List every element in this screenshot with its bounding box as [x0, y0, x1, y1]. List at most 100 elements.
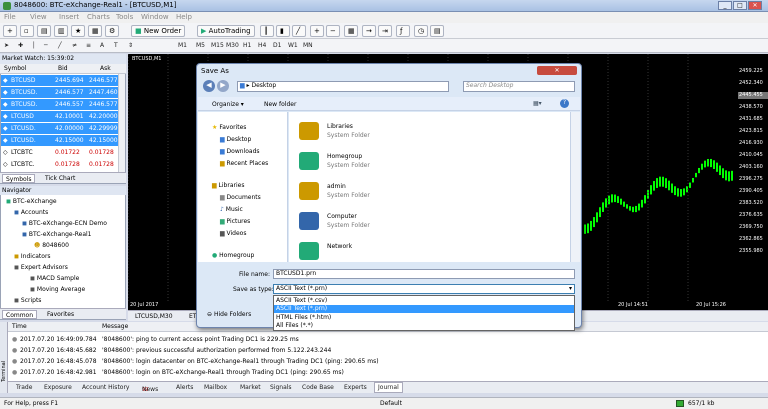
indicators-icon[interactable]: ƒ: [396, 25, 410, 37]
tab-news[interactable]: News 99: [142, 384, 158, 393]
tile-icon[interactable]: ▦: [344, 25, 358, 37]
organize-button[interactable]: Organize ▾: [212, 101, 244, 108]
menu-tools[interactable]: Tools: [116, 13, 133, 21]
file-item[interactable]: Network: [299, 240, 519, 266]
nav-moving-average[interactable]: ◼ Moving Average: [30, 286, 85, 293]
minimize-button[interactable]: _: [718, 1, 732, 10]
menu-help[interactable]: Help: [176, 13, 192, 21]
type-option-prn[interactable]: ASCII Text (*.prn): [274, 305, 574, 313]
vertical-line-icon[interactable]: │: [32, 42, 36, 49]
label-icon[interactable]: T: [114, 42, 118, 49]
tester-icon[interactable]: ⚙: [105, 25, 119, 37]
tf-m1[interactable]: M1: [178, 42, 187, 49]
nav-scripts[interactable]: ◼ Scripts: [14, 297, 41, 304]
new-chart-icon[interactable]: +: [3, 25, 17, 37]
journal-row[interactable]: ● 2017.07.20 16:48:45.682 '8048600': pre…: [8, 345, 768, 355]
file-item[interactable]: admin System Folder: [299, 180, 519, 206]
menu-window[interactable]: Window: [141, 13, 169, 21]
journal-row[interactable]: ● 2017.07.20 16:48:45.078 '8048600': log…: [8, 356, 768, 366]
col-time[interactable]: Time: [12, 323, 27, 330]
terminal-icon[interactable]: ▦: [88, 25, 102, 37]
channel-icon[interactable]: ≠: [72, 42, 77, 49]
file-item[interactable]: Homegroup System Folder: [299, 150, 519, 176]
back-icon[interactable]: ◀: [203, 80, 215, 92]
search-input[interactable]: Search Desktop: [463, 81, 575, 92]
col-message[interactable]: Message: [102, 323, 128, 330]
profiles-icon[interactable]: ▫: [20, 25, 34, 37]
col-symbol[interactable]: Symbol: [4, 65, 26, 72]
market-watch-scrollbar[interactable]: [118, 74, 125, 172]
save-type-select[interactable]: ASCII Text (*.prn) ▾: [273, 284, 575, 294]
nav-indicators[interactable]: ◼ Indicators: [14, 253, 51, 260]
tab-trade[interactable]: Trade: [16, 384, 32, 391]
bar-chart-icon[interactable]: ┃: [260, 25, 274, 37]
nav-macd-sample[interactable]: ◼ MACD Sample: [30, 275, 79, 282]
line-chart-icon[interactable]: ╱: [292, 25, 306, 37]
nav-music[interactable]: ♪ Music: [220, 206, 243, 213]
maximize-button[interactable]: □: [733, 1, 747, 10]
autotrading-button[interactable]: ▶ AutoTrading: [197, 25, 255, 37]
nav-favorites[interactable]: ★ Favorites: [212, 124, 246, 131]
tf-h4[interactable]: H4: [258, 42, 266, 49]
dialog-close-button[interactable]: ✕: [537, 66, 577, 75]
periods-icon[interactable]: ◷: [414, 25, 428, 37]
tab-favorites[interactable]: Favorites: [44, 310, 77, 319]
market-watch-icon[interactable]: ▤: [37, 25, 51, 37]
nav-accounts[interactable]: ◼ Accounts: [14, 209, 48, 216]
tab-market[interactable]: Market: [240, 384, 261, 391]
candles-icon[interactable]: ▮: [276, 25, 290, 37]
tab-alerts[interactable]: Alerts: [176, 384, 193, 391]
data-window-icon[interactable]: ▥: [54, 25, 68, 37]
type-option-csv[interactable]: ASCII Text (*.csv): [276, 297, 327, 304]
file-item[interactable]: Libraries System Folder: [299, 120, 519, 146]
address-bar[interactable]: ▆ ▸ Desktop: [237, 81, 449, 92]
nav-account-number[interactable]: ☻ 8048600: [34, 242, 69, 249]
col-bid[interactable]: Bid: [58, 65, 68, 72]
file-name-input[interactable]: BTCUSD1.prn: [273, 269, 575, 279]
nav-downloads[interactable]: ▆ Downloads: [220, 148, 260, 155]
market-watch-row[interactable]: ◆ LTCUSD. 42.00000 42.29999: [1, 123, 119, 134]
nav-demo-server[interactable]: ◼ BTC-eXchange-ECN Demo: [22, 220, 107, 227]
market-watch-row[interactable]: ◇ LTCBTC 0.01722 0.01728: [1, 147, 119, 158]
tab-signals[interactable]: Signals: [270, 384, 292, 391]
text-icon[interactable]: A: [100, 42, 104, 49]
horizontal-line-icon[interactable]: ─: [44, 42, 48, 49]
nav-real-server[interactable]: ◼ BTC-eXchange-Real1: [22, 231, 92, 238]
tab-tick-chart[interactable]: Tick Chart: [42, 174, 78, 183]
view-icon[interactable]: ▦▾: [533, 100, 542, 107]
new-folder-button[interactable]: New folder: [264, 101, 296, 108]
tab-mailbox[interactable]: Mailbox: [204, 384, 227, 391]
menu-charts[interactable]: Charts: [87, 13, 110, 21]
tab-exposure[interactable]: Exposure: [44, 384, 72, 391]
tf-w1[interactable]: W1: [288, 42, 298, 49]
tab-common[interactable]: Common: [2, 310, 38, 319]
trendline-icon[interactable]: ╱: [58, 42, 62, 49]
journal-row[interactable]: ● 2017.07.20 16:48:42.981 '8048600': log…: [8, 367, 768, 377]
col-ask[interactable]: Ask: [100, 65, 111, 72]
chart-shift-icon[interactable]: ⇥: [378, 25, 392, 37]
menu-file[interactable]: File: [4, 13, 16, 21]
nav-libraries[interactable]: ▆ Libraries: [212, 182, 244, 189]
file-item[interactable]: Computer System Folder: [299, 210, 519, 236]
nav-homegroup[interactable]: ● Homegroup: [212, 252, 254, 259]
nav-pictures[interactable]: ▆ Pictures: [220, 218, 250, 225]
nav-broker[interactable]: ◼ BTC-eXchange: [6, 198, 57, 205]
tf-d1[interactable]: D1: [273, 42, 281, 49]
arrows-icon[interactable]: ⇕: [128, 42, 133, 49]
autoscroll-icon[interactable]: →: [362, 25, 376, 37]
menu-view[interactable]: View: [30, 13, 47, 21]
type-option-all[interactable]: All Files (*.*): [276, 322, 313, 329]
nav-documents[interactable]: ▆ Documents: [220, 194, 261, 201]
tab-journal[interactable]: Journal: [374, 382, 403, 393]
crosshair-icon[interactable]: ✚: [18, 42, 23, 49]
tab-ltcusd-m30[interactable]: LTCUSD,M30: [132, 312, 176, 321]
menu-insert[interactable]: Insert: [59, 13, 79, 21]
tf-m5[interactable]: M5: [196, 42, 205, 49]
help-icon[interactable]: ?: [560, 99, 569, 108]
nav-recent-places[interactable]: ▆ Recent Places: [220, 160, 268, 167]
tab-symbols[interactable]: Symbols: [2, 174, 36, 183]
market-watch-row[interactable]: ◇ LTCBTC. 0.01728 0.01728: [1, 159, 119, 170]
zoom-out-icon[interactable]: −: [326, 25, 340, 37]
market-watch-row[interactable]: ◆ BTCUSD. 2446.557 2446.577: [1, 99, 119, 110]
templates-icon[interactable]: ▤: [430, 25, 444, 37]
